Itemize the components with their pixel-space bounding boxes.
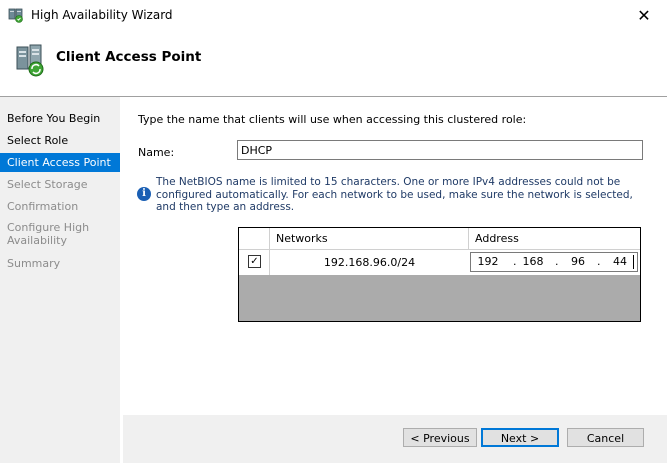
wizard-footer: < Previous Next > Cancel — [123, 415, 667, 463]
step-client-access-point[interactable]: Client Access Point — [0, 153, 120, 172]
previous-button[interactable]: < Previous — [403, 428, 477, 447]
close-icon: ✕ — [637, 6, 650, 25]
page-title: Client Access Point — [56, 49, 201, 65]
name-label: Name: — [138, 146, 174, 159]
wizard-steps: Before You Begin Select Role Client Acce… — [0, 97, 120, 463]
ip-dot-2: . — [555, 255, 559, 268]
networks-grid: Networks Address ✓ 192.168.96.0/24 192 .… — [238, 227, 641, 322]
step-summary: Summary — [0, 254, 120, 273]
network-cell[interactable]: 192.168.96.0/24 — [270, 250, 469, 275]
grid-header-check — [239, 228, 270, 250]
step-select-role[interactable]: Select Role — [0, 131, 120, 150]
step-select-storage: Select Storage — [0, 175, 120, 194]
cluster-server-icon — [14, 43, 48, 79]
step-confirmation: Confirmation — [0, 197, 120, 216]
step-configure-high-availability: Configure High Availability — [0, 220, 120, 248]
step-before-you-begin[interactable]: Before You Begin — [0, 109, 120, 128]
text-caret — [633, 255, 634, 269]
ip-octet-2[interactable]: 168 — [520, 255, 546, 268]
ip-dot-1: . — [513, 255, 517, 268]
grid-header-networks[interactable]: Networks — [270, 228, 469, 250]
title-bar: High Availability Wizard ✕ — [0, 0, 667, 31]
wizard-header: Client Access Point — [0, 31, 667, 93]
network-checkbox[interactable]: ✓ — [248, 255, 261, 268]
wizard-content: Type the name that clients will use when… — [123, 97, 667, 415]
window-title: High Availability Wizard — [31, 8, 173, 22]
network-row-check-cell: ✓ — [239, 250, 270, 275]
ip-octet-4[interactable]: 44 — [607, 255, 633, 268]
ip-dot-3: . — [597, 255, 601, 268]
info-message: The NetBIOS name is limited to 15 charac… — [156, 176, 646, 214]
ip-octet-3[interactable]: 96 — [565, 255, 591, 268]
close-button[interactable]: ✕ — [621, 0, 667, 31]
info-icon: i — [137, 187, 151, 201]
ip-octet-1[interactable]: 192 — [475, 255, 501, 268]
next-button[interactable]: Next > — [481, 428, 559, 447]
ip-address-input[interactable]: 192 . 168 . 96 . 44 — [470, 252, 638, 272]
cancel-button[interactable]: Cancel — [567, 428, 644, 447]
name-prompt: Type the name that clients will use when… — [138, 113, 526, 126]
cluster-wizard-icon — [8, 7, 24, 23]
grid-header-address[interactable]: Address — [469, 228, 640, 250]
grid-empty-area — [239, 275, 640, 321]
name-input[interactable] — [237, 140, 643, 160]
